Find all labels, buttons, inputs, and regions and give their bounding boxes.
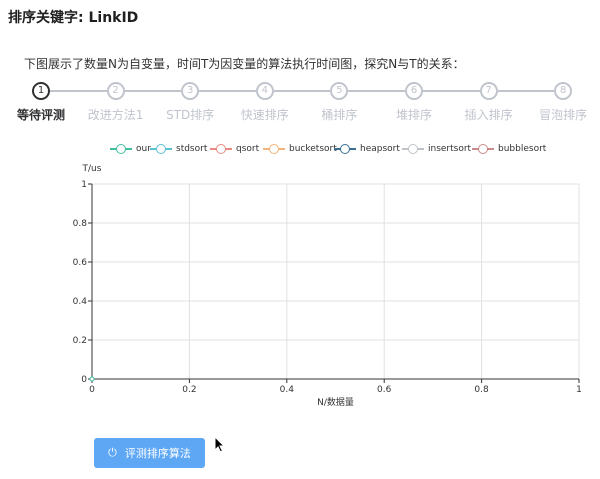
y-tick-label: 0.2 (73, 336, 87, 346)
step-8: 8 冒泡排序 (532, 81, 600, 122)
legend-label: stdsort (176, 144, 208, 154)
step-1: 1 等待评测 (10, 81, 107, 122)
x-tick-label: 1 (576, 385, 582, 395)
legend-item-bubblesort[interactable]: bubblesort (472, 142, 546, 156)
time-chart: 0 0.2 0.4 0.6 0.8 1 0 0.2 0.4 0.6 0.8 1 T/us N/数据量 (73, 164, 582, 408)
step-label: STD排序 (166, 108, 215, 122)
step-3: 3 STD排序 (159, 81, 256, 122)
step-number: 6 (405, 82, 423, 100)
step-label: 快速排序 (240, 108, 289, 122)
step-number: 8 (554, 82, 573, 100)
step-label: 冒泡排序 (539, 108, 588, 122)
step-number: 4 (255, 82, 274, 100)
step-number: 7 (479, 82, 498, 100)
legend-label: qsort (236, 144, 260, 154)
y-axis-label: T/us (82, 164, 102, 174)
mouse-cursor-icon (214, 436, 226, 453)
legend-marker-icon (334, 144, 356, 154)
legend-label: insertsort (428, 144, 472, 154)
step-2: 2 改进方法1 (85, 81, 182, 122)
step-number: 2 (106, 82, 125, 100)
legend-label: bucketsort (289, 144, 337, 154)
y-tick-label: 0.6 (73, 258, 88, 268)
legend-label: heapsort (360, 144, 400, 154)
chart-legend: our stdsort qsort bucketsort heapsort inserts… (0, 142, 600, 156)
step-label: 等待评测 (16, 108, 65, 122)
y-tick-label: 1 (81, 180, 87, 190)
step-number: 3 (181, 82, 200, 100)
legend-item-our[interactable]: our (110, 142, 151, 156)
x-tick-label: 0.8 (474, 385, 489, 395)
legend-marker-icon (263, 144, 285, 154)
step-7: 7 插入排序 (458, 81, 555, 122)
legend-item-stdsort[interactable]: stdsort (150, 142, 207, 156)
legend-item-insertsort[interactable]: insertsort (402, 142, 471, 156)
x-axis-label: N/数据量 (317, 396, 354, 408)
description-text: 下图展示了数量N为自变量，时间T为因变量的算法执行时间图，探究N与T的关系： (24, 57, 465, 71)
page-title: 排序关键字: LinkID (8, 10, 139, 26)
step-number: 5 (330, 82, 349, 100)
legend-item-qsort[interactable]: qsort (210, 142, 259, 156)
step-label: 堆排序 (395, 108, 432, 122)
step-number: 1 (32, 82, 50, 100)
power-icon: ⏻ (108, 446, 117, 459)
x-tick-label: 0.6 (377, 385, 392, 395)
y-tick-label: 0.8 (73, 219, 88, 229)
step-4: 4 快速排序 (234, 81, 331, 122)
x-tick-label: 0.4 (280, 385, 295, 395)
y-tick-label: 0 (81, 375, 87, 385)
y-tick-label: 0.4 (73, 297, 88, 307)
legend-marker-icon (110, 144, 132, 154)
step-6: 6 堆排序 (383, 81, 480, 122)
step-5: 5 桶排序 (308, 81, 405, 122)
step-label: 插入排序 (464, 108, 513, 122)
step-label: 桶排序 (321, 108, 358, 122)
progress-steps: 1 等待评测 2 改进方法1 3 STD排序 4 快速排序 5 桶排序 6 堆排序 7 插入排序 8 冒泡排序 (0, 81, 600, 122)
step-label: 改进方法1 (87, 108, 144, 122)
legend-item-heapsort[interactable]: heapsort (334, 142, 400, 156)
legend-marker-icon (472, 144, 494, 154)
legend-label: bubblesort (498, 144, 547, 154)
evaluate-sort-button-label: 评测排序算法 (124, 448, 191, 460)
legend-item-bucketsort[interactable]: bucketsort (263, 142, 337, 156)
legend-marker-icon (150, 144, 172, 154)
legend-marker-icon (402, 144, 424, 154)
x-tick-label: 0 (89, 385, 95, 395)
x-tick-label: 0.2 (182, 385, 196, 395)
data-point-our (89, 376, 95, 382)
evaluate-sort-button[interactable]: ⏻ 评测排序算法 (94, 438, 205, 468)
legend-label: our (136, 144, 151, 154)
legend-marker-icon (210, 144, 232, 154)
